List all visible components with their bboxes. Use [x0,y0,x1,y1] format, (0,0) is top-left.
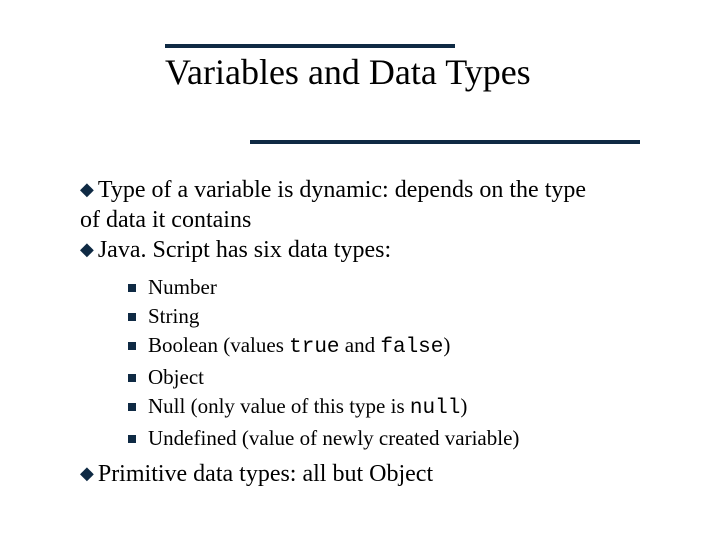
list-item-number: Number [128,273,680,302]
slide: Variables and Data Types ◆Type of a vari… [0,0,720,540]
list-item-label: String [148,304,199,328]
list-item-label: Undefined (value of newly created variab… [148,426,519,450]
bullet-text: Type of a variable is dynamic: depends o… [98,177,586,203]
title-rule-top [165,44,455,48]
list-item-null: Null (only value of this type is null) [128,392,680,424]
diamond-icon: ◆ [80,178,94,201]
list-item-boolean: Boolean (values true and false) [128,331,680,363]
bullet-text: Primitive data types: all but Object [98,461,433,487]
bullet-dynamic-type-cont: of data it contains [80,205,680,235]
diamond-icon: ◆ [80,462,94,485]
diamond-icon: ◆ [80,238,94,261]
list-item-object: Object [128,363,680,392]
types-sublist: Number String Boolean (values true and f… [128,273,680,453]
bullet-dynamic-type: ◆Type of a variable is dynamic: depends … [80,175,680,205]
list-item-undefined: Undefined (value of newly created variab… [128,424,680,453]
square-icon [128,313,136,321]
list-item-label: Boolean (values [148,333,289,357]
square-icon [128,435,136,443]
bullet-six-types: ◆Java. Script has six data types: [80,235,680,265]
code-true: true [289,336,339,359]
square-icon [128,403,136,411]
list-item-label: ) [460,394,467,418]
title-rule-bottom [250,140,640,144]
code-null: null [410,397,460,420]
list-item-string: String [128,302,680,331]
list-item-label: Object [148,365,204,389]
square-icon [128,342,136,350]
slide-body: ◆Type of a variable is dynamic: depends … [80,175,680,489]
list-item-label: ) [443,333,450,357]
bullet-text: Java. Script has six data types: [98,237,391,263]
list-item-label: Number [148,275,217,299]
list-item-label: and [340,333,381,357]
bullet-text: of data it contains [80,207,251,233]
square-icon [128,374,136,382]
code-false: false [380,336,443,359]
slide-title: Variables and Data Types [165,54,565,92]
square-icon [128,284,136,292]
bullet-primitive: ◆Primitive data types: all but Object [80,459,680,489]
title-block: Variables and Data Types [165,44,565,92]
list-item-label: Null (only value of this type is [148,394,410,418]
